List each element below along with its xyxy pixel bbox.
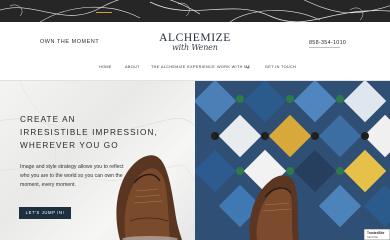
chevron-down-icon[interactable]: ▾: [247, 65, 249, 70]
badge-subtitle: SECURE: [367, 236, 378, 239]
main-nav: HOME ABOUT THE ALCHEMIZE EXPERIENCE WORK…: [0, 60, 390, 76]
hero-headline-line: IRRESISTIBLE IMPRESSION,: [20, 128, 158, 137]
phone-underline: [309, 47, 340, 48]
tagline: OWN THE MOMENT: [40, 39, 100, 45]
nav-item-experience[interactable]: THE ALCHEMIZE EXPERIENCE: [151, 65, 215, 69]
hero-body-text: Image and style strategy allows you to r…: [20, 164, 124, 188]
trustedsite-badge[interactable]: TrustedSite SECURE: [364, 229, 390, 240]
decorative-top-band: [0, 0, 390, 22]
site-header: OWN THE MOMENT ALCHEMIZE with Wenen 858-…: [0, 22, 390, 60]
hero-image-right: [195, 81, 390, 240]
hero-headline: CREATE AN IRRESISTIBLE IMPRESSION, WHERE…: [20, 113, 170, 152]
hero-headline-line: WHEREVER YOU GO: [20, 141, 119, 150]
swirl-pattern: [0, 0, 390, 22]
badge-title: TrustedSite: [367, 231, 385, 235]
lets-jump-in-button[interactable]: LET'S JUMP IN!: [19, 207, 71, 219]
logo-script: with Wenen: [172, 43, 218, 52]
phone-link[interactable]: 858-354-1010: [309, 40, 346, 46]
nav-item-work-with-me[interactable]: WORK WITH ME: [217, 65, 251, 69]
nav-item-about[interactable]: ABOUT: [125, 65, 140, 69]
nav-item-get-in-touch[interactable]: GET IN TOUCH: [265, 65, 296, 69]
hero-headline-line: CREATE AN: [20, 115, 76, 124]
site-logo[interactable]: ALCHEMIZE with Wenen: [150, 32, 240, 60]
nav-item-home[interactable]: HOME: [99, 65, 112, 69]
tile-illustration: [195, 81, 390, 240]
nav-active-underline: [96, 12, 112, 13]
